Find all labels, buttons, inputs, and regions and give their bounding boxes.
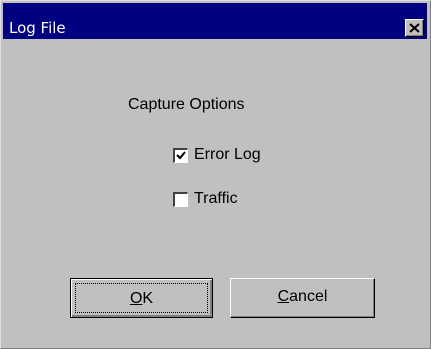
ok-mnemonic: O [129,290,143,307]
error-log-checkbox[interactable] [173,147,188,163]
close-icon [409,23,420,33]
log-file-dialog: Log File Capture Options Error Log Traff… [0,0,431,349]
error-log-option[interactable]: Error Log [173,146,261,164]
window-title: Log File [9,19,66,37]
traffic-checkbox[interactable] [173,191,188,207]
ok-button[interactable]: OK [70,278,213,318]
ok-label-rest: K [142,290,154,307]
error-log-label[interactable]: Error Log [194,146,261,164]
cancel-label-rest: ancel [289,288,328,305]
traffic-label[interactable]: Traffic [194,190,238,208]
cancel-button[interactable]: Cancel [230,278,375,318]
cancel-mnemonic: C [277,288,290,305]
checkmark-icon [176,150,186,159]
capture-options-label: Capture Options [128,96,245,113]
ok-button-focus-ring: OK [75,283,208,313]
title-bar[interactable]: Log File [3,3,427,39]
close-button[interactable] [405,19,424,37]
traffic-option[interactable]: Traffic [173,190,238,208]
